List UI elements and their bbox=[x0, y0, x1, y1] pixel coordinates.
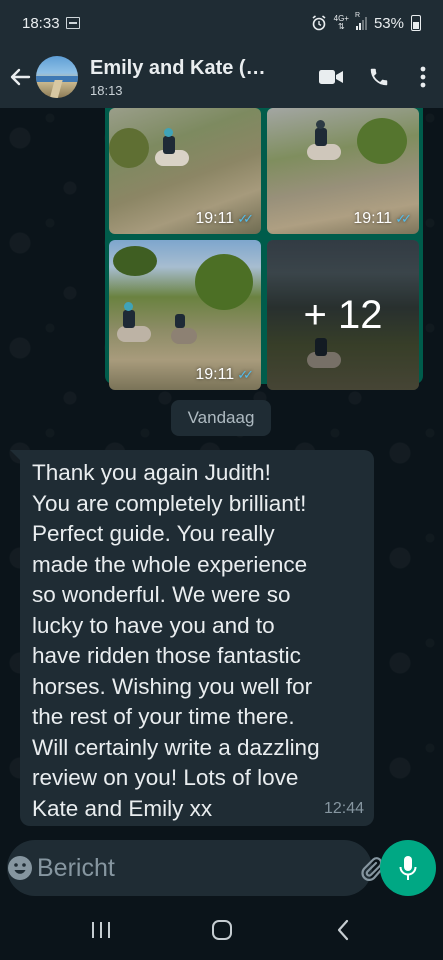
home-icon bbox=[211, 920, 232, 940]
photo-more-overlay[interactable]: + 12 bbox=[267, 240, 419, 390]
double-check-icon: ✓✓ bbox=[237, 367, 254, 382]
message-composer bbox=[0, 836, 443, 900]
battery-percent: 53% bbox=[373, 14, 404, 32]
recent-apps-icon bbox=[91, 922, 110, 938]
gallery-icon bbox=[65, 17, 80, 29]
status-bar: 18:33 4G+ ⇅ R 53% bbox=[0, 0, 443, 46]
voice-call-button[interactable] bbox=[355, 46, 403, 108]
chat-title-block[interactable]: Emily and Kate (… 18:13 bbox=[90, 57, 307, 98]
input-pill bbox=[7, 840, 408, 896]
media-group-bubble[interactable]: 19:11 ✓✓ 19:11 ✓✓ 19:11 ✓✓ + 12 bbox=[105, 108, 423, 390]
video-call-icon bbox=[319, 70, 343, 84]
alarm-icon bbox=[312, 15, 326, 31]
photo-timestamp: 19:11 ✓✓ bbox=[353, 210, 412, 227]
more-options-button[interactable] bbox=[403, 46, 443, 108]
avatar[interactable] bbox=[36, 56, 78, 98]
incoming-message-bubble[interactable]: Thank you again Judith! You are complete… bbox=[20, 450, 374, 826]
message-input[interactable] bbox=[35, 853, 359, 883]
signal-icon: R bbox=[355, 12, 367, 30]
double-check-icon: ✓✓ bbox=[237, 211, 254, 226]
message-text: Thank you again Judith! You are complete… bbox=[32, 460, 320, 821]
back-arrow-icon bbox=[10, 68, 31, 86]
back-button[interactable] bbox=[4, 46, 36, 108]
photo-thumbnail[interactable]: 19:11 ✓✓ bbox=[109, 108, 261, 234]
recent-apps-button[interactable] bbox=[71, 900, 131, 960]
status-time: 18:33 bbox=[22, 14, 60, 32]
photo-timestamp: 19:11 ✓✓ bbox=[195, 366, 254, 383]
photo-thumbnail[interactable]: 19:11 ✓✓ bbox=[267, 108, 419, 234]
photo-timestamp: 19:11 ✓✓ bbox=[195, 210, 254, 227]
voice-message-button[interactable] bbox=[380, 840, 436, 896]
emoji-icon bbox=[8, 856, 32, 880]
chat-title: Emily and Kate (… bbox=[90, 56, 266, 79]
date-divider: Vandaag bbox=[171, 400, 271, 436]
chat-area[interactable]: 19:11 ✓✓ 19:11 ✓✓ 19:11 ✓✓ + 12 Vandaag … bbox=[0, 108, 443, 836]
video-call-button[interactable] bbox=[307, 46, 355, 108]
phone-icon bbox=[370, 68, 388, 86]
chat-header: Emily and Kate (… 18:13 bbox=[0, 46, 443, 108]
photo-thumbnail[interactable]: 19:11 ✓✓ bbox=[109, 240, 261, 390]
battery-icon bbox=[411, 15, 421, 31]
home-button[interactable] bbox=[192, 900, 252, 960]
more-vertical-icon bbox=[420, 66, 426, 88]
mic-icon bbox=[399, 856, 417, 880]
back-icon bbox=[337, 919, 348, 941]
back-nav-button[interactable] bbox=[313, 900, 373, 960]
chat-subtitle: 18:13 bbox=[90, 82, 123, 98]
system-nav-bar bbox=[0, 900, 443, 960]
double-check-icon: ✓✓ bbox=[395, 211, 412, 226]
message-timestamp: 12:44 bbox=[323, 800, 364, 817]
emoji-button[interactable] bbox=[7, 840, 33, 896]
more-photos-count: + 12 bbox=[303, 292, 383, 337]
network-indicator: 4G+ ⇅ bbox=[333, 14, 349, 31]
